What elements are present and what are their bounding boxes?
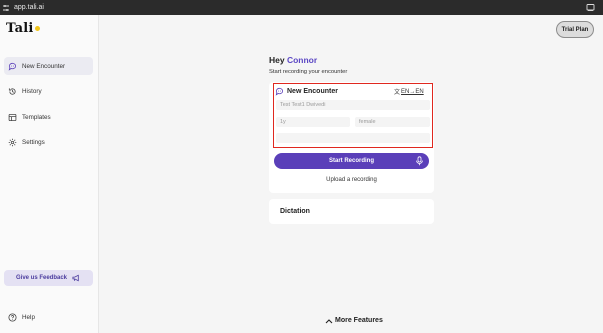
help-button[interactable]: Help xyxy=(4,310,35,324)
templates-icon xyxy=(8,113,17,121)
sidebar-item-label: Templates xyxy=(22,113,51,121)
sidebar-item-history[interactable]: History xyxy=(4,82,93,100)
greeting: Hey Connor xyxy=(269,55,317,65)
history-icon xyxy=(8,87,16,95)
logo-dot xyxy=(34,26,40,31)
chevron-up-icon xyxy=(325,318,333,323)
encounter-title: New Encounter xyxy=(287,88,338,95)
browser-bar: app.tali.ai xyxy=(0,0,603,15)
age-field[interactable]: 1y xyxy=(276,117,350,127)
cast-icon[interactable] xyxy=(586,3,595,12)
feedback-button[interactable]: Give us Feedback xyxy=(4,270,93,286)
microphone-icon xyxy=(416,156,423,166)
help-label: Help xyxy=(22,313,35,321)
sidebar-item-new-encounter[interactable]: New Encounter xyxy=(4,57,93,75)
site-settings-icon[interactable] xyxy=(2,4,10,12)
encounter-header: New Encounter xyxy=(275,87,338,96)
chat-bubble-icon xyxy=(275,87,284,96)
page-subtitle: Start recording your encounter xyxy=(269,69,348,75)
gear-icon xyxy=(8,138,17,146)
dictation-card[interactable]: Dictation xyxy=(269,199,434,224)
upload-recording-link[interactable]: Upload a recording xyxy=(274,177,429,183)
user-name: Connor xyxy=(286,55,318,65)
translate-icon: 文 xyxy=(394,90,401,96)
gender-field[interactable]: female xyxy=(355,117,430,127)
patient-name-field[interactable]: Test Test1 Dwivedi xyxy=(276,100,430,110)
start-recording-button[interactable]: Start Recording xyxy=(274,153,429,169)
language-label: EN→EN xyxy=(401,88,424,95)
logo-text: Tali xyxy=(6,21,34,36)
sidebar-item-label: Settings xyxy=(22,138,45,146)
address-bar[interactable]: app.tali.ai xyxy=(14,4,44,11)
help-icon xyxy=(8,312,17,322)
logo[interactable]: Tali xyxy=(6,21,40,36)
sidebar-item-templates[interactable]: Templates xyxy=(4,108,93,126)
megaphone-icon xyxy=(72,274,79,282)
sidebar-item-label: New Encounter xyxy=(22,62,66,70)
additional-info-field[interactable] xyxy=(276,133,430,143)
more-features-toggle[interactable]: More Features xyxy=(325,317,383,324)
sidebar-item-settings[interactable]: Settings xyxy=(4,133,93,151)
greeting-prefix: Hey xyxy=(269,55,285,65)
chat-bubble-icon xyxy=(8,62,17,71)
trial-plan-button[interactable]: Trial Plan xyxy=(556,21,594,38)
start-recording-label: Start Recording xyxy=(328,158,374,164)
sidebar-item-label: History xyxy=(22,87,42,95)
feedback-label: Give us Feedback xyxy=(15,275,68,281)
more-features-label: More Features xyxy=(335,317,383,324)
language-selector[interactable]: 文 EN→EN xyxy=(394,87,424,97)
